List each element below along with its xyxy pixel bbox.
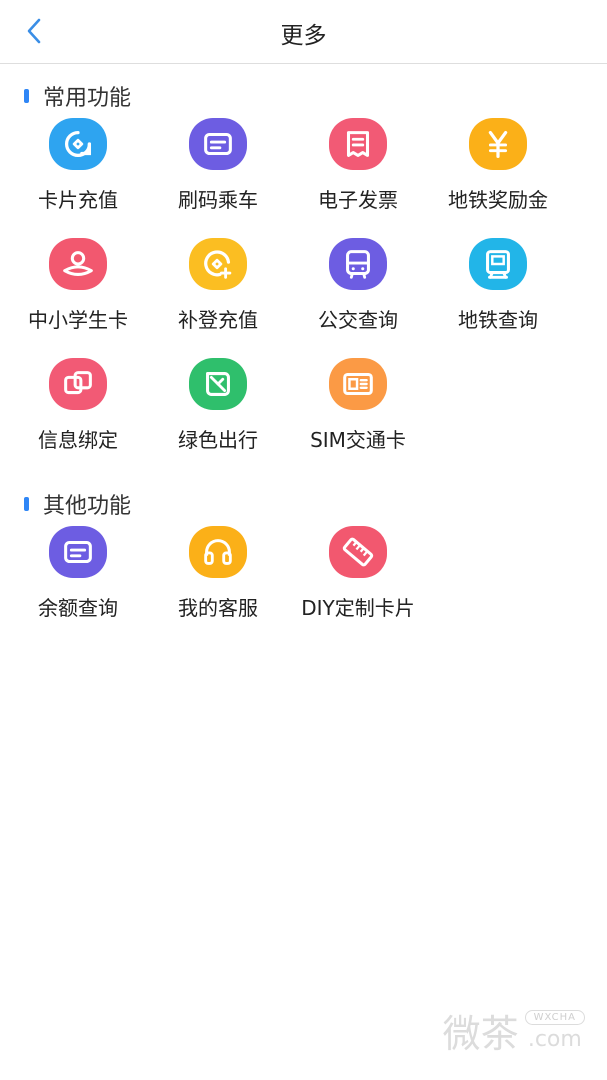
watermark-pill: WXCHA (524, 1009, 585, 1025)
page-title: 更多 (280, 23, 327, 49)
grid-item-label: 刷码乘车 (178, 188, 258, 212)
section-accent-bar (24, 89, 29, 103)
green-leaf-icon (189, 358, 247, 410)
watermark-suffix: .com (527, 1026, 582, 1052)
grid-item-label: 公交查询 (318, 308, 398, 332)
grid-item-student-card[interactable]: 中小学生卡 (8, 236, 148, 356)
metro-icon (469, 238, 527, 290)
section-title: 常用功能 (43, 86, 132, 111)
grid-item-label: 绿色出行 (178, 428, 258, 452)
watermark-badge: WXCHA .com (524, 1009, 585, 1052)
grid-item-metro-query[interactable]: 地铁查询 (428, 236, 568, 356)
yen-reward-icon (469, 118, 527, 170)
grid-item-diy-card[interactable]: DIY定制卡片 (288, 524, 428, 644)
grid-item-label: DIY定制卡片 (301, 596, 415, 620)
grid-item-label: SIM交通卡 (310, 428, 406, 452)
function-grid: 卡片充值 刷码乘车 电子发票 地铁奖励金 中小学生卡 补登充值 公交查询 地铁查… (0, 116, 607, 476)
e-invoice-icon (329, 118, 387, 170)
grid-item-label: 余额查询 (38, 596, 118, 620)
section-common: 常用功能 卡片充值 刷码乘车 电子发票 地铁奖励金 中小学生卡 补登充值 公交查… (0, 80, 607, 476)
grid-item-label: 补登充值 (178, 308, 258, 332)
grid-item-sim-card[interactable]: SIM交通卡 (288, 356, 428, 476)
grid-item-label: 中小学生卡 (28, 308, 128, 332)
grid-item-balance-query[interactable]: 余额查询 (8, 524, 148, 644)
section-header: 其他功能 (24, 488, 607, 520)
section-other: 其他功能 余额查询 我的客服 DIY定制卡片 (0, 488, 607, 644)
diy-card-icon (329, 526, 387, 578)
grid-item-green-travel[interactable]: 绿色出行 (148, 356, 288, 476)
nav-bar: 更多 (0, 0, 607, 64)
section-accent-bar (24, 497, 29, 511)
card-recharge-icon (49, 118, 107, 170)
grid-item-top-up[interactable]: 补登充值 (148, 236, 288, 356)
grid-item-label: 我的客服 (178, 596, 258, 620)
section-header: 常用功能 (24, 80, 607, 112)
section-title: 其他功能 (43, 494, 132, 519)
grid-item-qr-ride[interactable]: 刷码乘车 (148, 116, 288, 236)
grid-item-label: 信息绑定 (38, 428, 118, 452)
grid-item-label: 卡片充值 (38, 188, 118, 212)
grid-item-label: 地铁奖励金 (448, 188, 548, 212)
sim-card-icon (329, 358, 387, 410)
top-up-icon (189, 238, 247, 290)
grid-item-card-recharge[interactable]: 卡片充值 (8, 116, 148, 236)
headset-icon (189, 526, 247, 578)
grid-item-metro-reward[interactable]: 地铁奖励金 (428, 116, 568, 236)
function-grid: 余额查询 我的客服 DIY定制卡片 (0, 524, 607, 644)
qr-ride-icon (189, 118, 247, 170)
watermark-text: 微茶 (442, 1012, 519, 1056)
grid-item-e-invoice[interactable]: 电子发票 (288, 116, 428, 236)
grid-item-label: 电子发票 (318, 188, 398, 212)
grid-item-bus-query[interactable]: 公交查询 (288, 236, 428, 356)
bind-info-icon (49, 358, 107, 410)
grid-item-label: 地铁查询 (458, 308, 538, 332)
bus-icon (329, 238, 387, 290)
balance-query-icon (49, 526, 107, 578)
student-card-icon (49, 238, 107, 290)
grid-item-bind-info[interactable]: 信息绑定 (8, 356, 148, 476)
watermark: 微茶 WXCHA .com (443, 1003, 585, 1058)
grid-item-customer-service[interactable]: 我的客服 (148, 524, 288, 644)
